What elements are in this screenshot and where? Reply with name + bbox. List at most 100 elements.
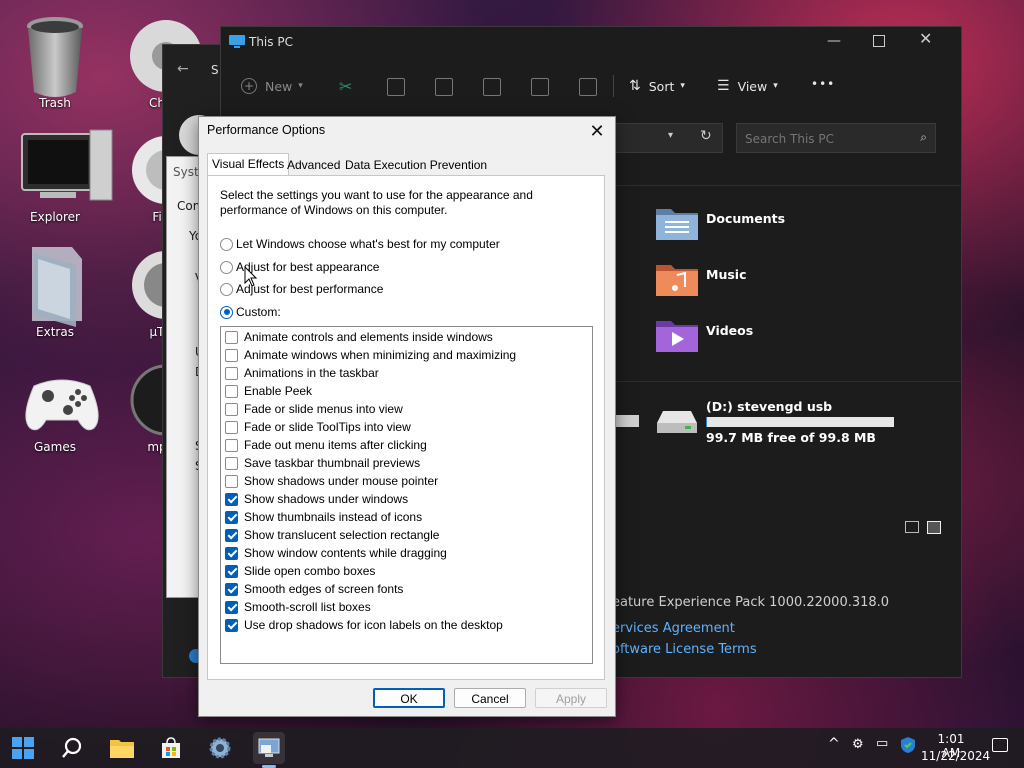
- visual-effect-option[interactable]: Smooth-scroll list boxes: [225, 598, 371, 616]
- visual-effect-option[interactable]: Show shadows under windows: [225, 490, 408, 508]
- system-properties-button[interactable]: [253, 732, 285, 764]
- radio-option[interactable]: Custom:: [220, 304, 281, 320]
- security-shield-icon[interactable]: [900, 736, 916, 758]
- license-terms-link[interactable]: oftware License Terms: [612, 642, 757, 657]
- visual-effect-option[interactable]: Use drop shadows for icon labels on the …: [225, 616, 503, 634]
- desktop-icon-label: Explorer: [30, 210, 80, 224]
- checkbox[interactable]: [225, 456, 238, 470]
- back-arrow-icon[interactable]: ←: [177, 61, 189, 77]
- checkbox[interactable]: [225, 528, 238, 542]
- window-title: This PC: [249, 35, 293, 49]
- checkbox[interactable]: [225, 564, 238, 578]
- more-options-button[interactable]: •••: [811, 77, 835, 91]
- cancel-button[interactable]: Cancel: [454, 688, 526, 708]
- visual-effect-option[interactable]: Fade or slide ToolTips into view: [225, 418, 411, 436]
- tab-visual-effects[interactable]: Visual Effects: [207, 153, 290, 176]
- visual-effect-option[interactable]: Slide open combo boxes: [225, 562, 375, 580]
- refresh-icon[interactable]: ↻: [700, 128, 712, 144]
- checkbox[interactable]: [225, 366, 238, 380]
- folder-videos[interactable]: Videos: [655, 317, 855, 357]
- visual-effect-option[interactable]: Show window contents while dragging: [225, 544, 447, 562]
- tab-data-execution-prevention[interactable]: Data Execution Prevention: [341, 155, 491, 175]
- maximize-button[interactable]: [873, 35, 885, 47]
- checkbox[interactable]: [225, 600, 238, 614]
- visual-effect-option[interactable]: Animations in the taskbar: [225, 364, 379, 382]
- store-button[interactable]: [155, 732, 187, 764]
- checkbox[interactable]: [225, 402, 238, 416]
- copy-button[interactable]: [387, 78, 405, 99]
- folder-music[interactable]: Music: [655, 261, 855, 301]
- checkbox[interactable]: [225, 384, 238, 398]
- performance-options-dialog[interactable]: Performance Options ✕ Visual Effects Adv…: [198, 116, 616, 717]
- new-label: New: [265, 78, 293, 94]
- visual-effect-option[interactable]: Fade out menu items after clicking: [225, 436, 427, 454]
- visual-effect-option[interactable]: Save taskbar thumbnail previews: [225, 454, 420, 472]
- checkbox[interactable]: [225, 348, 238, 362]
- services-agreement-link[interactable]: ervices Agreement: [612, 621, 735, 636]
- this-pc-icon: [229, 35, 245, 48]
- cut-button[interactable]: ✂: [339, 77, 352, 96]
- dialog-close-button[interactable]: ✕: [585, 119, 609, 143]
- desktop-icon-games[interactable]: Games: [10, 358, 100, 454]
- search-input[interactable]: [743, 129, 907, 149]
- notifications-icon[interactable]: [992, 738, 1008, 752]
- desktop-icon-explorer[interactable]: Explorer: [10, 128, 113, 224]
- checkbox[interactable]: [225, 492, 238, 506]
- windows-start-icon: [12, 737, 34, 759]
- view-button[interactable]: ☰ View ▾: [717, 75, 778, 97]
- radio-button[interactable]: [220, 305, 233, 319]
- network-icon[interactable]: ⚙: [852, 737, 864, 752]
- radio-button[interactable]: [220, 260, 233, 274]
- desktop-icon-extras[interactable]: Extras: [10, 243, 100, 339]
- checkbox[interactable]: [225, 510, 238, 524]
- search-box[interactable]: ⌕: [736, 123, 936, 153]
- computer-icon: [21, 129, 113, 201]
- radio-button[interactable]: [220, 282, 233, 296]
- drive-d[interactable]: (D:) stevengd usb 99.7 MB free of 99.8 M…: [655, 399, 935, 449]
- settings-button[interactable]: [204, 732, 236, 764]
- start-button[interactable]: [7, 732, 39, 764]
- search-button[interactable]: [56, 732, 88, 764]
- checkbox[interactable]: [225, 618, 238, 632]
- visual-effect-option[interactable]: Enable Peek: [225, 382, 312, 400]
- paste-button[interactable]: [435, 78, 453, 99]
- checkbox[interactable]: [225, 420, 238, 434]
- visual-effect-option[interactable]: Show thumbnails instead of icons: [225, 508, 422, 526]
- checkbox[interactable]: [225, 330, 238, 344]
- file-explorer-button[interactable]: [106, 732, 138, 764]
- apply-button[interactable]: Apply: [535, 688, 607, 708]
- tiles-view-toggle[interactable]: [927, 521, 941, 534]
- visual-effect-option[interactable]: Smooth edges of screen fonts: [225, 580, 403, 598]
- radio-option[interactable]: Let Windows choose what's best for my co…: [220, 236, 500, 252]
- chevron-down-icon[interactable]: ▾: [668, 130, 673, 141]
- share-button[interactable]: [531, 78, 549, 99]
- checkbox[interactable]: [225, 438, 238, 452]
- checkbox[interactable]: [225, 546, 238, 560]
- radio-button[interactable]: [220, 237, 233, 251]
- radio-label: Custom:: [236, 305, 281, 319]
- visual-effects-listbox[interactable]: Animate controls and elements inside win…: [220, 326, 593, 664]
- details-view-toggle[interactable]: [905, 521, 919, 533]
- folder-label: Documents: [706, 211, 786, 226]
- checkbox[interactable]: [225, 582, 238, 596]
- display-icon[interactable]: ▭: [876, 736, 888, 751]
- checkbox[interactable]: [225, 474, 238, 488]
- visual-effect-option[interactable]: Show translucent selection rectangle: [225, 526, 439, 544]
- visual-effect-option[interactable]: Fade or slide menus into view: [225, 400, 403, 418]
- desktop-icon-trash[interactable]: Trash: [10, 14, 100, 110]
- folder-documents[interactable]: Documents: [655, 205, 855, 245]
- close-window-button[interactable]: ✕: [919, 29, 932, 48]
- sort-button[interactable]: ⇅ Sort ▾: [629, 75, 685, 97]
- ok-button[interactable]: OK: [373, 688, 445, 708]
- tray-overflow-chevron-icon[interactable]: ^: [828, 736, 840, 752]
- new-button[interactable]: + New ▾: [241, 75, 303, 97]
- visual-effect-option[interactable]: Animate windows when minimizing and maxi…: [225, 346, 516, 364]
- clock-date[interactable]: 11/22/2024: [921, 749, 990, 763]
- minimize-button[interactable]: —: [827, 33, 841, 49]
- tab-advanced[interactable]: Advanced: [283, 155, 344, 175]
- visual-effect-option[interactable]: Show shadows under mouse pointer: [225, 472, 438, 490]
- rename-button[interactable]: [483, 78, 501, 99]
- visual-effect-option[interactable]: Animate controls and elements inside win…: [225, 328, 493, 346]
- address-bar[interactable]: ▾ ↻: [601, 123, 723, 153]
- delete-button[interactable]: [579, 78, 597, 99]
